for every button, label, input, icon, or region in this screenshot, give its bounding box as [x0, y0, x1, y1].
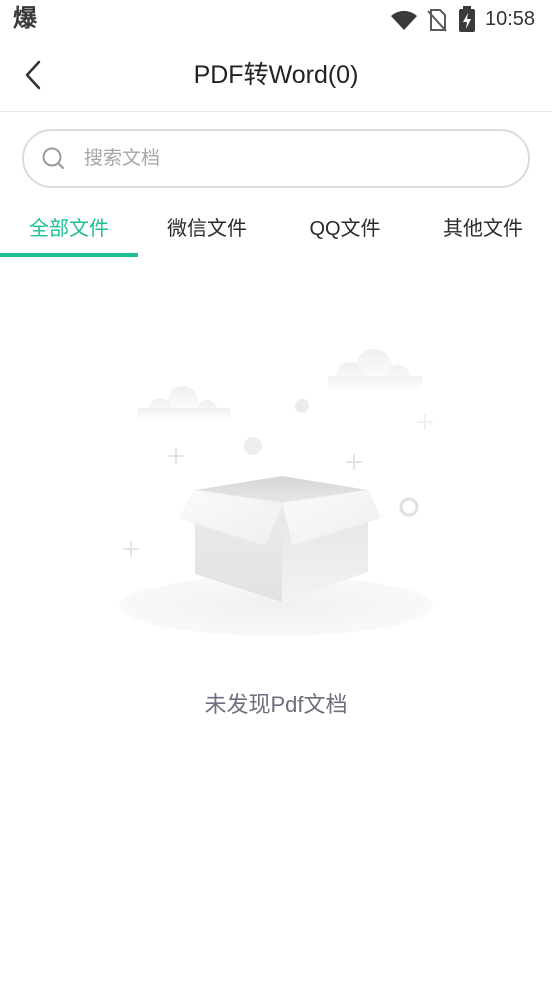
no-sim-icon	[427, 9, 447, 32]
header-divider	[0, 111, 552, 112]
back-button[interactable]	[14, 52, 54, 98]
cloud-left-decoration	[138, 386, 230, 420]
back-chevron-icon	[25, 60, 41, 90]
search-bar[interactable]	[22, 129, 530, 188]
dot-decoration	[295, 399, 309, 413]
page-title: PDF转Word(0)	[193, 61, 359, 89]
tab-wechat-files[interactable]: 微信文件	[138, 205, 276, 253]
tab-other-files[interactable]: 其他文件	[414, 205, 552, 253]
search-icon	[42, 147, 64, 169]
cloud-right-decoration	[328, 349, 422, 390]
notification-app-icon: 爆	[13, 5, 37, 32]
search-input[interactable]	[84, 131, 504, 186]
plus-decoration	[168, 448, 184, 464]
ring-decoration	[399, 497, 419, 517]
wifi-icon	[391, 10, 417, 30]
empty-box-illustration	[119, 349, 433, 636]
file-source-tabs: 全部文件 微信文件 QQ文件 其他文件	[0, 205, 552, 257]
active-tab-indicator	[0, 253, 138, 257]
battery-charging-icon	[459, 6, 475, 32]
status-bar: 爆 10:58	[0, 0, 552, 40]
empty-state-message: 未发现Pdf文档	[204, 692, 348, 717]
tab-qq-files[interactable]: QQ文件	[276, 205, 414, 253]
tab-all-files[interactable]: 全部文件	[0, 205, 138, 253]
app-header: PDF转Word(0)	[0, 40, 552, 111]
plus-decoration	[123, 541, 139, 557]
plus-decoration	[346, 454, 362, 470]
plus-decoration	[417, 414, 433, 430]
status-time: 10:58	[485, 8, 536, 30]
dot-decoration	[244, 437, 262, 455]
